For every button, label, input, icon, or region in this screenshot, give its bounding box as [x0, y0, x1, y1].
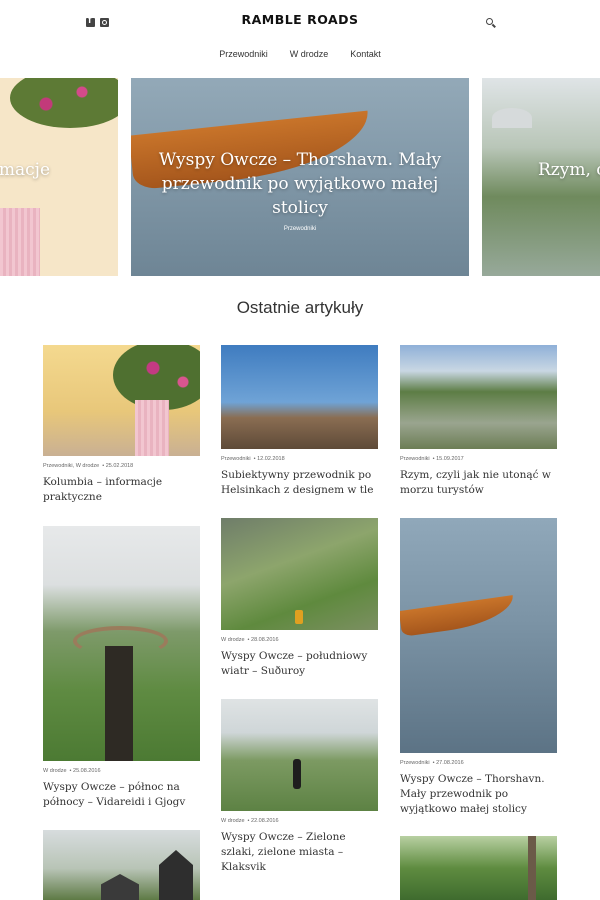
- article-image[interactable]: [400, 518, 557, 753]
- main-nav: Przewodniki W drodze Kontakt: [0, 49, 600, 59]
- nav-item-kontakt[interactable]: Kontakt: [350, 49, 381, 59]
- article-card[interactable]: W drodze • 28.08.2016 Wyspy Owcze – połud…: [221, 518, 378, 679]
- section-title: Ostatnie artykuły: [236, 298, 364, 317]
- article-card[interactable]: [400, 836, 557, 900]
- nav-item-w-drodze[interactable]: W drodze: [290, 49, 329, 59]
- slider-item-title: Wyspy Owcze – Thorshavn. Mały przewodnik…: [158, 150, 442, 218]
- slider-item-active[interactable]: Wyspy Owcze – Thorshavn. Mały przewodnik…: [131, 78, 469, 276]
- article-image[interactable]: [221, 699, 378, 811]
- slider-item-next[interactable]: Rzym, c: [482, 78, 600, 276]
- article-card[interactable]: W drodze • 22.08.2016 Wyspy Owcze – Zielo…: [221, 699, 378, 875]
- slider-item-title: Rzym, c: [538, 160, 600, 180]
- article-card[interactable]: [43, 830, 200, 900]
- search-icon[interactable]: [486, 18, 496, 28]
- article-title[interactable]: Wyspy Owcze – Thorshavn. Mały przewodnik…: [400, 772, 557, 817]
- article-image[interactable]: [221, 345, 378, 449]
- article-title[interactable]: Rzym, czyli jak nie utonąć w morzu turys…: [400, 468, 557, 498]
- article-title[interactable]: Subiektywny przewodnik po Helsinkach z d…: [221, 468, 378, 498]
- slider-item-prev[interactable]: macje: [0, 78, 118, 276]
- article-meta: W drodze • 28.08.2016: [221, 637, 279, 643]
- article-card[interactable]: W drodze • 25.08.2016 Wyspy Owcze – półno…: [43, 526, 200, 810]
- article-image[interactable]: [221, 518, 378, 630]
- article-meta: Przewodniki • 27.08.2016: [400, 760, 464, 766]
- article-meta: W drodze • 22.08.2016: [221, 818, 279, 824]
- article-title[interactable]: Wyspy Owcze – południowy wiatr – Suðuroy: [221, 649, 378, 679]
- article-image[interactable]: [43, 345, 200, 456]
- article-title[interactable]: Wyspy Owcze – Zielone szlaki, zielone mi…: [221, 830, 378, 875]
- article-meta: W drodze • 25.08.2016: [43, 768, 101, 774]
- article-image[interactable]: [43, 526, 200, 761]
- article-card[interactable]: Przewodniki, W drodze • 25.02.2018 Kolumb…: [43, 345, 200, 505]
- article-title[interactable]: Wyspy Owcze – północ na północy – Vidare…: [43, 780, 200, 810]
- article-meta: Przewodniki • 15.09.2017: [400, 456, 464, 462]
- slider-item-title: macje: [0, 160, 50, 180]
- site-logo[interactable]: RAMBLE ROADS: [0, 12, 600, 27]
- article-image[interactable]: [400, 345, 557, 449]
- article-image[interactable]: [43, 830, 200, 900]
- slider-item-category[interactable]: Przewodniki: [131, 226, 469, 232]
- article-title[interactable]: Kolumbia – informacje praktyczne: [43, 475, 200, 505]
- article-meta: Przewodniki, W drodze • 25.02.2018: [43, 463, 134, 469]
- site-header: RAMBLE ROADS Przewodniki W drodze Kontak…: [0, 0, 600, 75]
- nav-item-przewodniki[interactable]: Przewodniki: [219, 49, 268, 59]
- article-meta: Przewodniki • 12.02.2018: [221, 456, 285, 462]
- article-card[interactable]: Przewodniki • 27.08.2016 Wyspy Owcze – Th…: [400, 518, 557, 817]
- article-image[interactable]: [400, 836, 557, 900]
- article-card[interactable]: Przewodniki • 15.09.2017 Rzym, czyli jak …: [400, 345, 557, 498]
- article-card[interactable]: Przewodniki • 12.02.2018 Subiektywny prze…: [221, 345, 378, 498]
